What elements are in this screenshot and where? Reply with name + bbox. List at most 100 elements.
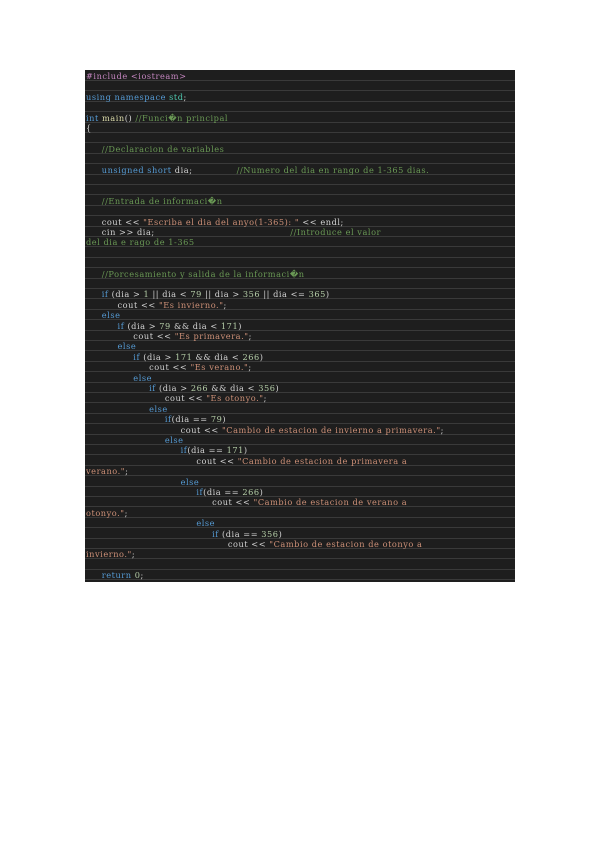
code-line: cout << "Es verano."; xyxy=(85,362,515,373)
code-line: //Porcesamiento y salida de la informaci… xyxy=(85,269,515,279)
code-line xyxy=(85,248,515,258)
code-line xyxy=(85,258,515,269)
code-token: del dia e rago de 1-365 xyxy=(86,237,195,248)
code-token: << endl; xyxy=(299,216,344,227)
code-line: if (dia > 79 && dia < 171) xyxy=(85,321,515,331)
code-line: else xyxy=(85,373,515,383)
code-token: (dia > xyxy=(127,320,160,331)
code-line: unsigned short dia; //Numero del dia en … xyxy=(85,165,515,175)
code-line: int main() //Funci�n principal xyxy=(85,113,515,123)
code-line: cout << "Cambio de estacion de invierno … xyxy=(85,425,515,435)
code-token: cout << xyxy=(117,299,159,310)
code-token: 356 xyxy=(242,289,261,300)
code-line: using namespace std; xyxy=(85,92,515,102)
code-token: using namespace xyxy=(86,91,170,102)
code-token: //Porcesamiento y salida de la informaci… xyxy=(101,268,305,279)
code-token: ) xyxy=(275,383,280,393)
code-token: otonyo." xyxy=(86,507,125,518)
code-token: if xyxy=(149,383,159,393)
code-line xyxy=(85,175,515,185)
code-token: else xyxy=(196,518,216,529)
code-line: else xyxy=(85,310,515,321)
code-token: cout << xyxy=(133,331,175,341)
code-token: main xyxy=(101,112,125,123)
code-token: (dia == xyxy=(187,445,227,456)
code-token: ) xyxy=(278,528,283,539)
code-token: //Declaracion de variables xyxy=(101,143,225,154)
code-token: #include <iostream> xyxy=(86,71,187,81)
code-token: 79 xyxy=(190,289,202,300)
code-line xyxy=(85,133,515,144)
code-token: "Es otonyo." xyxy=(206,393,264,404)
code-token: int xyxy=(86,112,102,123)
code-token: (dia == xyxy=(222,528,262,539)
code-token: else xyxy=(180,476,200,487)
code-line: if(dia == 266) xyxy=(85,487,515,497)
code-line: if (dia == 356) xyxy=(85,529,515,539)
code-token: 266 xyxy=(242,487,260,497)
code-token: std xyxy=(169,91,184,102)
code-token: else xyxy=(101,310,121,321)
code-line: if(dia == 79) xyxy=(85,414,515,425)
code-token: //Funci�n principal xyxy=(135,112,229,123)
code-token: "Es invierno." xyxy=(158,299,224,310)
code-token: "Cambio de estacion de primavera a xyxy=(237,455,408,466)
code-token: ; xyxy=(124,507,128,518)
code-token: ; xyxy=(125,466,129,477)
code-token: ; xyxy=(248,331,252,341)
code-token: && dia < xyxy=(192,351,243,362)
code-token: 79 xyxy=(159,320,171,331)
code-line: if (dia > 171 && dia < 266) xyxy=(85,352,515,362)
code-token: ) xyxy=(259,351,264,362)
code-token: && dia < xyxy=(208,383,259,393)
code-line: //Declaracion de variables xyxy=(85,144,515,154)
code-token: cout << xyxy=(164,393,207,404)
code-token: () xyxy=(124,112,136,123)
code-line: cout << "Cambio de estacion de verano a xyxy=(85,497,515,508)
code-token: ; xyxy=(131,549,136,560)
code-line: cout << "Escriba el dia del anyo(1-365):… xyxy=(85,217,515,227)
code-token: || dia < xyxy=(149,289,191,300)
code-token: ; xyxy=(223,299,227,310)
code-line: cin >> dia; //Introduce el valor xyxy=(85,227,515,237)
code-token: ; xyxy=(140,570,144,581)
code-token: cin >> dia; xyxy=(101,227,291,237)
code-token: cout << xyxy=(196,455,238,466)
code-token: (dia == xyxy=(203,487,243,497)
code-line: else xyxy=(85,341,515,352)
code-token: if xyxy=(164,414,172,425)
code-token: 171 xyxy=(175,351,193,362)
code-line: if (dia > 1 || dia < 79 || dia > 356 || … xyxy=(85,289,515,300)
code-line xyxy=(85,560,515,570)
code-token: 171 xyxy=(226,445,244,456)
code-token: "Cambio de estacion de otonyo a xyxy=(269,539,423,549)
code-token: (dia == xyxy=(171,414,211,425)
code-line: verano."; xyxy=(85,466,515,477)
code-line xyxy=(85,81,515,92)
code-line xyxy=(85,206,515,217)
code-token: ; xyxy=(248,362,252,373)
code-token: ) xyxy=(259,487,264,497)
code-token: 171 xyxy=(220,320,239,331)
code-line: else xyxy=(85,477,515,487)
code-token: 356 xyxy=(261,528,279,539)
code-line: invierno."; xyxy=(85,549,515,560)
code-line: otonyo."; xyxy=(85,508,515,518)
code-token: || dia <= xyxy=(260,289,309,300)
code-token: 79 xyxy=(210,414,223,425)
code-token: "Escriba el dia del anyo(1-365): " xyxy=(143,216,300,227)
